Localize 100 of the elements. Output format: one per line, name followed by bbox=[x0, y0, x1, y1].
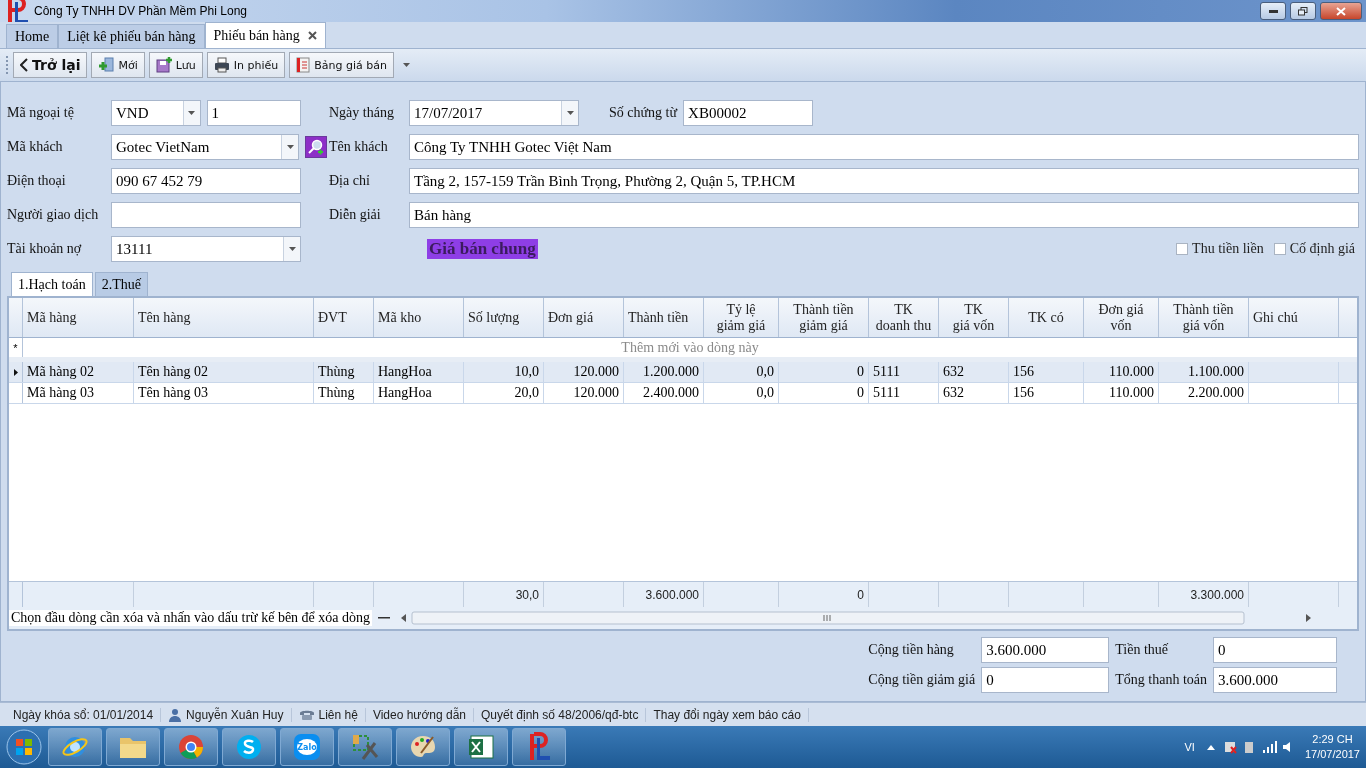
exchange-rate-field[interactable]: 1 bbox=[206, 100, 301, 126]
field-label: Điện thoại bbox=[7, 173, 67, 189]
text-field[interactable] bbox=[111, 202, 301, 228]
currency-combo[interactable]: VND bbox=[111, 100, 201, 126]
column-header[interactable]: Tên hàng bbox=[134, 298, 314, 337]
status-item[interactable]: Thay đổi ngày xem báo cáo bbox=[646, 707, 809, 722]
restore-icon bbox=[1298, 6, 1308, 16]
column-header[interactable]: Thành tiền giảm giá bbox=[779, 298, 869, 337]
toolbar-button[interactable]: Bảng giá bán bbox=[289, 52, 394, 78]
language-indicator[interactable]: VI bbox=[1184, 741, 1195, 753]
column-header[interactable]: Mã hàng bbox=[23, 298, 134, 337]
option-checkbox[interactable]: Cố định giá bbox=[1273, 241, 1355, 257]
table-cell: 632 bbox=[939, 383, 1009, 403]
status-item[interactable]: Liên hệ bbox=[291, 707, 366, 722]
customer-combo[interactable]: Gotec VietNam bbox=[111, 134, 299, 160]
minimize-button[interactable] bbox=[1260, 2, 1286, 20]
checkbox[interactable] bbox=[1176, 243, 1189, 255]
table-cell: 120.000 bbox=[544, 383, 624, 403]
status-item[interactable]: Quyết định số 48/2006/qđ-btc bbox=[474, 707, 647, 722]
taskbar-app-button[interactable] bbox=[222, 728, 276, 766]
toolbar-button[interactable]: Mới bbox=[91, 52, 145, 78]
grid-row[interactable]: Mã hàng 03 Tên hàng 03 Thùng HangHoa 20,0 120.000 2.400.000 0,0 0 5111 632 156 110.000 2.200.000 bbox=[9, 383, 1357, 404]
column-header[interactable]: Đơn giá bbox=[544, 298, 624, 337]
option-checkbox[interactable]: Thu tiền liền bbox=[1176, 241, 1264, 257]
summary-label: Cộng tiền giảm giá bbox=[868, 672, 976, 688]
text-field[interactable]: Tầng 2, 157-159 Trần Bình Trọng, Phường 2, Quận 5, TP.HCM bbox=[409, 168, 1359, 194]
taskbar-app-button[interactable] bbox=[106, 728, 160, 766]
field-label: Mã khách bbox=[7, 139, 64, 155]
dropdown-caret-icon bbox=[288, 247, 296, 251]
printer-icon bbox=[213, 57, 230, 73]
table-cell: 0,0 bbox=[704, 383, 779, 403]
section-tab[interactable]: 2.Thuế bbox=[94, 272, 148, 296]
summary-field[interactable]: 0 bbox=[981, 667, 1110, 693]
table-cell: 120.000 bbox=[544, 362, 624, 382]
table-cell: HangHoa bbox=[374, 383, 464, 403]
dropdown-caret-icon bbox=[566, 111, 574, 115]
column-header[interactable]: TK doanh thu bbox=[869, 298, 939, 337]
table-cell: 20,0 bbox=[464, 383, 544, 403]
taskbar-app-button[interactable]: Zalo bbox=[280, 728, 334, 766]
section-tab[interactable]: 1.Hạch toán bbox=[11, 272, 93, 296]
table-cell: HangHoa bbox=[374, 362, 464, 382]
summary-field[interactable]: 3.600.000 bbox=[1213, 667, 1337, 693]
voucher-number-field[interactable]: XB00002 bbox=[683, 100, 814, 126]
summary-label: Tiền thuế bbox=[1115, 642, 1169, 658]
column-header[interactable]: ĐVT bbox=[314, 298, 374, 337]
document-tab[interactable]: Home bbox=[6, 24, 59, 48]
text-field[interactable]: Bán hàng bbox=[409, 202, 1359, 228]
status-item[interactable]: Nguyễn Xuân Huy bbox=[161, 707, 292, 722]
column-header[interactable]: TK giá vốn bbox=[939, 298, 1009, 337]
table-cell: 156 bbox=[1009, 362, 1084, 382]
taskbar-app-button[interactable] bbox=[164, 728, 218, 766]
column-header[interactable]: Mã kho bbox=[374, 298, 464, 337]
field-label: Ngày tháng bbox=[329, 105, 395, 121]
document-tab[interactable]: Phiếu bán hàng bbox=[204, 22, 326, 48]
summary-field[interactable]: 3.600.000 bbox=[981, 637, 1110, 663]
text-field[interactable]: 090 67 452 79 bbox=[111, 168, 301, 194]
field-label: Người giao dịch bbox=[7, 207, 100, 223]
close-button[interactable] bbox=[1320, 2, 1362, 20]
total-value: 3.600.000 bbox=[645, 587, 699, 602]
summary-field[interactable]: 0 bbox=[1213, 637, 1337, 663]
table-cell: 156 bbox=[1009, 383, 1084, 403]
column-header[interactable]: Thành tiền bbox=[624, 298, 704, 337]
field-label: Diễn giải bbox=[329, 207, 382, 223]
grid-row[interactable]: Mã hàng 02 Tên hàng 02 Thùng HangHoa 10,0 120.000 1.200.000 0,0 0 5111 632 156 110.000 1.100.000 bbox=[9, 362, 1357, 383]
table-cell: 10,0 bbox=[464, 362, 544, 382]
checkbox[interactable] bbox=[1273, 243, 1286, 255]
new-row-hint[interactable]: Thêm mới vào dòng này bbox=[23, 338, 1357, 357]
table-cell: Mã hàng 03 bbox=[23, 383, 134, 403]
column-header[interactable]: Số lượng bbox=[464, 298, 544, 337]
dropdown-caret-icon bbox=[188, 111, 195, 115]
taskbar-app-button[interactable] bbox=[396, 728, 450, 766]
taskbar-app-button[interactable] bbox=[338, 728, 392, 766]
text-field[interactable]: Công Ty TNHH Gotec Việt Nam bbox=[409, 134, 1359, 160]
column-header[interactable]: Ghi chú bbox=[1249, 298, 1339, 337]
table-cell: 2.200.000 bbox=[1159, 383, 1249, 403]
field-label: Số chứng từ bbox=[609, 105, 678, 121]
status-item[interactable]: Ngày khóa sổ: 01/01/2014 bbox=[6, 707, 162, 722]
table-cell: 2.400.000 bbox=[624, 383, 704, 403]
telephone-icon bbox=[298, 708, 315, 721]
window-title: Công Ty TNHH DV Phần Mềm Phi Long bbox=[34, 4, 248, 18]
column-header[interactable]: Thành tiền giá vốn bbox=[1159, 298, 1249, 337]
close-icon[interactable] bbox=[307, 31, 317, 40]
restore-button[interactable] bbox=[1290, 2, 1316, 20]
toolbar-button[interactable]: In phiếu bbox=[206, 52, 286, 78]
account-combo[interactable]: 13111 bbox=[111, 236, 301, 262]
document-tab[interactable]: Liệt kê phiếu bán hàng bbox=[58, 24, 205, 48]
taskbar-app-button[interactable] bbox=[512, 728, 566, 766]
column-header[interactable]: TK có bbox=[1009, 298, 1084, 337]
status-item[interactable]: Video hướng dẫn bbox=[365, 707, 474, 722]
delete-hint: Chọn đầu dòng cần xóa và nhấn vào dấu trừ kế bên để xóa dòng bbox=[9, 610, 373, 626]
customer-search-button[interactable] bbox=[305, 136, 327, 158]
back-button[interactable]: Trở lại bbox=[13, 52, 88, 78]
column-header[interactable]: Đơn giá vốn bbox=[1084, 298, 1159, 337]
taskbar-app-button[interactable] bbox=[454, 728, 508, 766]
date-picker[interactable]: 17/07/2017 bbox=[409, 100, 579, 126]
column-header[interactable]: Tỷ lệ giảm giá bbox=[704, 298, 779, 337]
table-cell: 5111 bbox=[869, 383, 939, 403]
taskbar-app-button[interactable] bbox=[48, 728, 102, 766]
toolbar-button[interactable]: Lưu bbox=[148, 52, 203, 78]
start-button[interactable] bbox=[4, 727, 44, 767]
